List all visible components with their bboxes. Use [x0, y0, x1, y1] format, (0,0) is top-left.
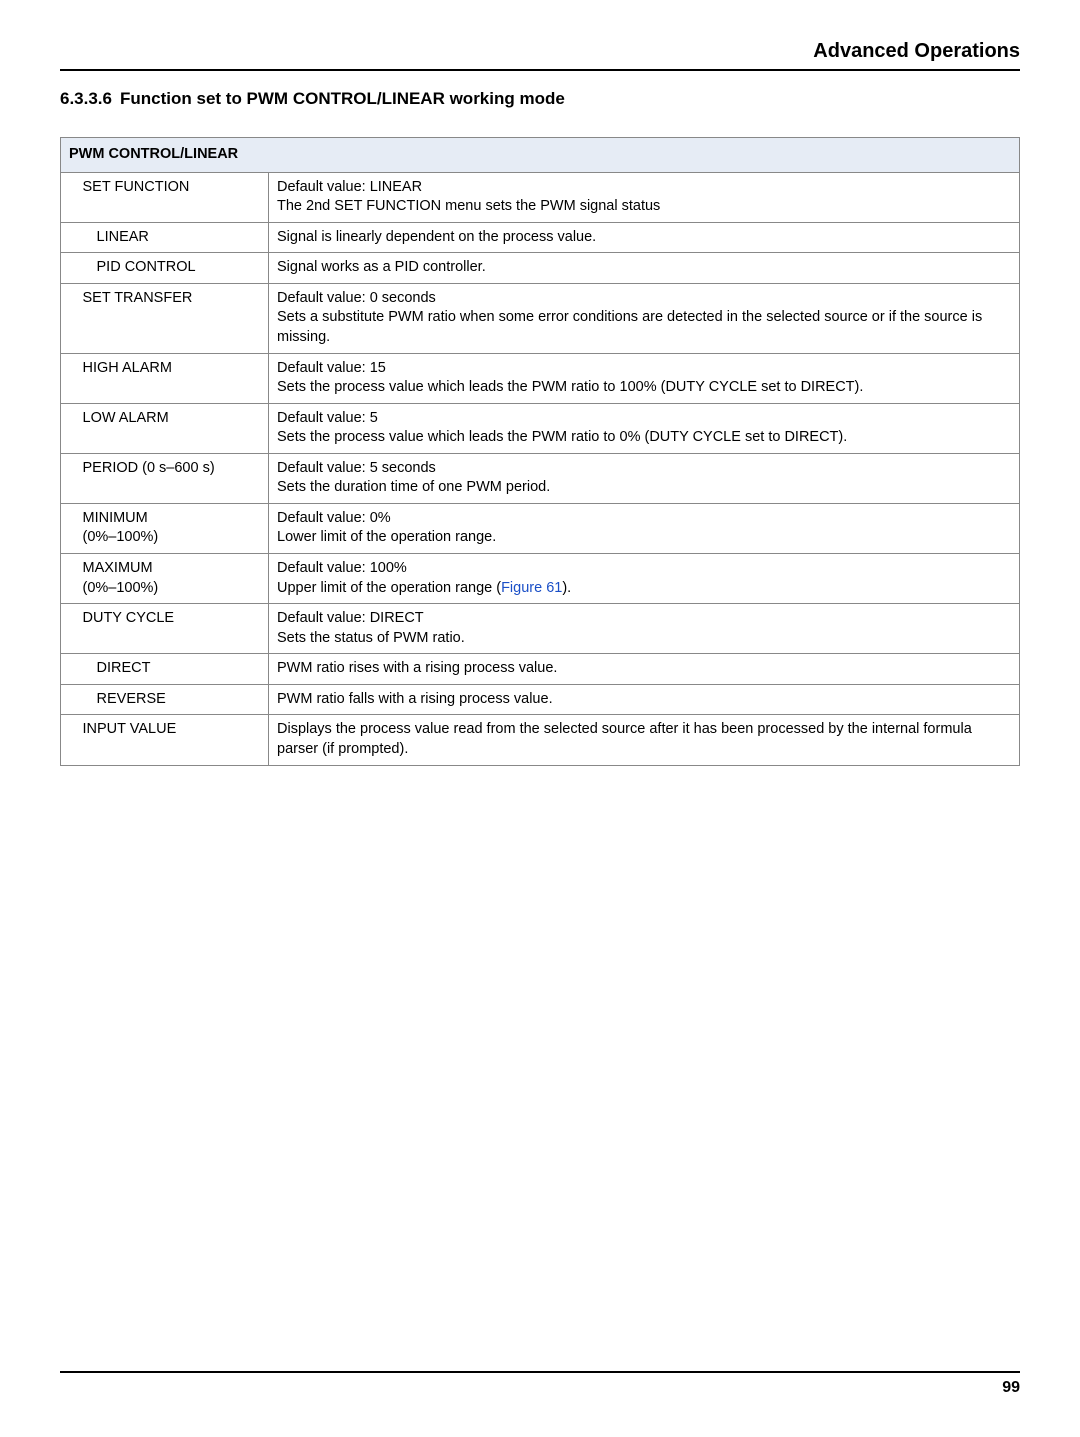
table-row: DIRECT PWM ratio rises with a rising pro…	[61, 654, 1020, 685]
label-line: (0%–100%)	[83, 580, 159, 596]
table-title-row: PWM CONTROL/LINEAR	[61, 138, 1020, 173]
desc-line: Sets the status of PWM ratio.	[277, 630, 465, 646]
section-number: 6.3.3.6	[60, 89, 112, 108]
table-row: PID CONTROL Signal works as a PID contro…	[61, 253, 1020, 284]
table-row: MINIMUM (0%–100%) Default value: 0% Lowe…	[61, 503, 1020, 553]
table-row: REVERSE PWM ratio falls with a rising pr…	[61, 684, 1020, 715]
row-label: LINEAR	[89, 222, 269, 253]
row-desc: Signal works as a PID controller.	[269, 253, 1020, 284]
row-label: SET FUNCTION	[75, 172, 269, 222]
row-label: PERIOD (0 s–600 s)	[75, 453, 269, 503]
row-desc: Default value: DIRECT Sets the status of…	[269, 604, 1020, 654]
row-label: HIGH ALARM	[75, 353, 269, 403]
indent-cell	[61, 654, 75, 685]
desc-line: Sets the duration time of one PWM period…	[277, 479, 550, 495]
table-row: MAXIMUM (0%–100%) Default value: 100% Up…	[61, 554, 1020, 604]
desc-line: Upper limit of the operation range (	[277, 580, 501, 596]
figure-link[interactable]: Figure 61	[501, 580, 562, 596]
row-desc: Default value: 0 seconds Sets a substitu…	[269, 283, 1020, 353]
table-row: DUTY CYCLE Default value: DIRECT Sets th…	[61, 604, 1020, 654]
row-label: PID CONTROL	[89, 253, 269, 284]
row-label: DUTY CYCLE	[75, 604, 269, 654]
indent-cell	[61, 715, 75, 765]
label-line: MINIMUM	[83, 510, 148, 526]
row-desc: PWM ratio rises with a rising process va…	[269, 654, 1020, 685]
row-desc: Signal is linearly dependent on the proc…	[269, 222, 1020, 253]
section-title: Function set to PWM CONTROL/LINEAR worki…	[120, 89, 565, 108]
desc-line: Lower limit of the operation range.	[277, 529, 496, 545]
desc-line: Default value: 0 seconds	[277, 290, 436, 306]
indent-cell	[61, 353, 75, 403]
row-label: MAXIMUM (0%–100%)	[75, 554, 269, 604]
row-label: INPUT VALUE	[75, 715, 269, 765]
indent-cell	[61, 403, 75, 453]
indent-cell	[61, 172, 75, 222]
desc-line: Sets a substitute PWM ratio when some er…	[277, 309, 982, 345]
indent-cell	[75, 654, 89, 685]
indent-cell	[61, 222, 75, 253]
row-desc: PWM ratio falls with a rising process va…	[269, 684, 1020, 715]
pwm-table: PWM CONTROL/LINEAR SET FUNCTION Default …	[60, 137, 1020, 766]
indent-cell	[75, 253, 89, 284]
row-desc: Default value: 15 Sets the process value…	[269, 353, 1020, 403]
desc-line: The 2nd SET FUNCTION menu sets the PWM s…	[277, 198, 660, 214]
indent-cell	[61, 604, 75, 654]
row-desc: Default value: 100% Upper limit of the o…	[269, 554, 1020, 604]
indent-cell	[61, 253, 75, 284]
row-label: LOW ALARM	[75, 403, 269, 453]
row-desc: Displays the process value read from the…	[269, 715, 1020, 765]
table-row: HIGH ALARM Default value: 15 Sets the pr…	[61, 353, 1020, 403]
table-row: SET FUNCTION Default value: LINEAR The 2…	[61, 172, 1020, 222]
row-label: MINIMUM (0%–100%)	[75, 503, 269, 553]
desc-line: Sets the process value which leads the P…	[277, 379, 863, 395]
desc-line: ).	[562, 580, 571, 596]
row-desc: Default value: 0% Lower limit of the ope…	[269, 503, 1020, 553]
indent-cell	[61, 453, 75, 503]
indent-cell	[61, 503, 75, 553]
table-row: INPUT VALUE Displays the process value r…	[61, 715, 1020, 765]
desc-line: Default value: DIRECT	[277, 610, 424, 626]
indent-cell	[61, 554, 75, 604]
indent-cell	[75, 684, 89, 715]
table-row: LOW ALARM Default value: 5 Sets the proc…	[61, 403, 1020, 453]
row-label: DIRECT	[89, 654, 269, 685]
desc-line: Default value: 15	[277, 360, 386, 376]
desc-line: Default value: 0%	[277, 510, 391, 526]
row-desc: Default value: LINEAR The 2nd SET FUNCTI…	[269, 172, 1020, 222]
desc-line: Sets the process value which leads the P…	[277, 429, 847, 445]
row-desc: Default value: 5 seconds Sets the durati…	[269, 453, 1020, 503]
desc-line: Default value: 5 seconds	[277, 460, 436, 476]
desc-line: Default value: 100%	[277, 560, 407, 576]
table-row: SET TRANSFER Default value: 0 seconds Se…	[61, 283, 1020, 353]
row-label: SET TRANSFER	[75, 283, 269, 353]
row-label: REVERSE	[89, 684, 269, 715]
page-header-title: Advanced Operations	[60, 40, 1020, 69]
page-footer: 99	[60, 1371, 1020, 1397]
label-line: (0%–100%)	[83, 529, 159, 545]
indent-cell	[75, 222, 89, 253]
header-rule	[60, 69, 1020, 71]
row-desc: Default value: 5 Sets the process value …	[269, 403, 1020, 453]
indent-cell	[61, 684, 75, 715]
desc-line: Default value: 5	[277, 410, 378, 426]
label-line: MAXIMUM	[83, 560, 153, 576]
indent-cell	[61, 283, 75, 353]
page-number: 99	[60, 1379, 1020, 1397]
table-row: LINEAR Signal is linearly dependent on t…	[61, 222, 1020, 253]
footer-rule	[60, 1371, 1020, 1373]
table-title: PWM CONTROL/LINEAR	[61, 138, 1020, 173]
section-heading: 6.3.3.6 Function set to PWM CONTROL/LINEA…	[60, 89, 1020, 109]
table-row: PERIOD (0 s–600 s) Default value: 5 seco…	[61, 453, 1020, 503]
desc-line: Default value: LINEAR	[277, 179, 422, 195]
